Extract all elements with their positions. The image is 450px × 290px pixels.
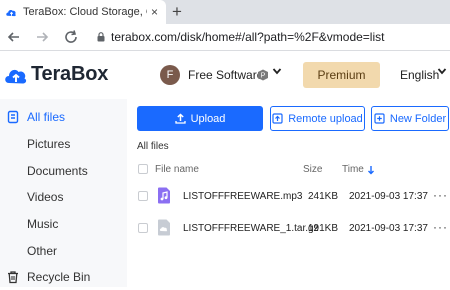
remote-upload-label: Remote upload — [288, 112, 363, 125]
upload-button[interactable]: Upload — [137, 106, 263, 131]
logo-text: TeraBox — [31, 63, 109, 85]
row-checkbox[interactable] — [138, 223, 148, 233]
forward-arrow-icon[interactable] — [34, 29, 50, 45]
table-row[interactable]: LISTOFFFREEWARE.mp3 241KB 2021-09-03 17:… — [127, 181, 450, 211]
svg-text:P: P — [261, 73, 266, 80]
app-header: TeraBox F Free Software P Premium Englis… — [0, 51, 450, 99]
premium-button[interactable]: Premium — [303, 62, 380, 88]
row-checkbox[interactable] — [138, 191, 148, 201]
file-time: 2021-09-03 17:37 — [349, 223, 428, 234]
audio-file-icon — [158, 187, 170, 204]
terabox-logo[interactable]: TeraBox — [4, 63, 108, 86]
browser-tab-strip: TeraBox: Cloud Storage, Cloud Bac × + — [0, 0, 450, 24]
sidebar-item-recycle-bin[interactable]: Recycle Bin — [0, 264, 127, 290]
browser-toolbar: terabox.com/disk/home#/all?path=%2F&vmod… — [0, 24, 450, 51]
new-folder-icon — [374, 113, 385, 124]
chevron-down-icon[interactable] — [272, 66, 282, 76]
new-folder-label: New Folder — [389, 112, 447, 125]
chevron-down-icon[interactable] — [437, 66, 447, 76]
cloud-logo-icon — [5, 69, 27, 83]
sidebar-item-label: All files — [27, 110, 66, 124]
column-header-time[interactable]: Time — [342, 164, 364, 175]
terabox-favicon-icon — [6, 9, 16, 16]
remote-upload-button[interactable]: Remote upload — [270, 106, 365, 131]
sidebar-item-all-files[interactable]: All files — [0, 104, 127, 130]
sort-descending-icon[interactable] — [367, 165, 375, 175]
file-name[interactable]: LISTOFFFREEWARE_1.tar.gz — [183, 223, 319, 234]
sidebar-item-videos[interactable]: Videos — [0, 184, 127, 210]
more-options-icon[interactable]: ··· — [433, 188, 448, 202]
username[interactable]: Free Software — [188, 68, 263, 82]
tab-title: TeraBox: Cloud Storage, Cloud Bac — [23, 6, 147, 18]
table-row[interactable]: LISTOFFFREEWARE_1.tar.gz 191KB 2021-09-0… — [127, 213, 450, 243]
remote-upload-icon — [272, 113, 283, 124]
vip-badge-icon: P — [258, 69, 268, 81]
avatar[interactable]: F — [160, 65, 180, 85]
sidebar-item-label: Pictures — [27, 137, 71, 151]
new-folder-button[interactable]: New Folder — [371, 106, 449, 131]
sidebar-item-label: Videos — [27, 190, 64, 204]
archive-file-icon — [158, 219, 170, 236]
new-tab-button[interactable]: + — [172, 2, 182, 22]
tab-close-icon[interactable]: × — [151, 5, 158, 19]
sidebar-item-pictures[interactable]: Pictures — [0, 131, 127, 157]
sidebar: All files Pictures Documents Videos Musi… — [0, 99, 127, 287]
browser-tab[interactable]: TeraBox: Cloud Storage, Cloud Bac × — [0, 0, 166, 24]
file-size: 241KB — [308, 191, 339, 202]
breadcrumb[interactable]: All files — [137, 141, 169, 152]
upload-button-label: Upload — [190, 112, 226, 125]
upload-icon — [174, 113, 186, 124]
sidebar-item-documents[interactable]: Documents — [0, 158, 127, 184]
address-bar[interactable]: terabox.com/disk/home#/all?path=%2F&vmod… — [111, 30, 384, 44]
sidebar-item-label: Other — [27, 244, 58, 258]
select-all-checkbox[interactable] — [138, 164, 148, 174]
sidebar-item-label: Recycle Bin — [27, 270, 91, 284]
file-list-panel: Upload Remote upload New Folder All file… — [127, 99, 450, 287]
sidebar-item-music[interactable]: Music — [0, 211, 127, 237]
sidebar-item-other[interactable]: Other — [0, 238, 127, 264]
sidebar-item-label: Music — [27, 217, 59, 231]
more-options-icon[interactable]: ··· — [433, 220, 448, 234]
column-header-size[interactable]: Size — [303, 164, 322, 175]
sidebar-item-label: Documents — [27, 164, 88, 178]
files-icon — [7, 110, 19, 124]
language-selector[interactable]: English — [400, 68, 439, 82]
back-arrow-icon[interactable] — [6, 29, 22, 45]
file-time: 2021-09-03 17:37 — [349, 191, 428, 202]
column-header-name[interactable]: File name — [155, 164, 199, 175]
trash-icon — [8, 271, 18, 284]
reload-icon[interactable] — [63, 29, 79, 45]
file-size: 191KB — [308, 223, 339, 234]
file-name[interactable]: LISTOFFFREEWARE.mp3 — [183, 191, 302, 202]
lock-icon[interactable] — [97, 32, 105, 42]
